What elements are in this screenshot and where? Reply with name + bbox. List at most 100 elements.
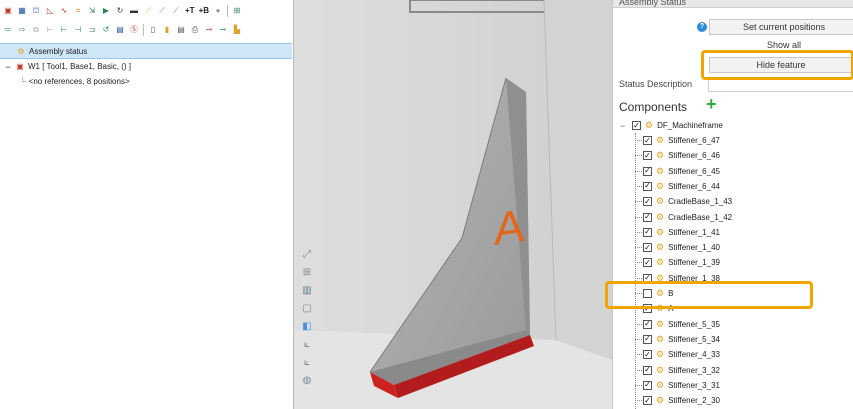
list-icon[interactable]: ≔: [2, 24, 14, 36]
component-checkbox[interactable]: ✓: [643, 334, 652, 344]
branch-icon[interactable]: ⊐: [86, 24, 98, 36]
print-icon[interactable]: ⎙: [189, 24, 201, 36]
doc-icon[interactable]: ▤: [175, 24, 187, 36]
cube-view-icon[interactable]: ◧: [296, 317, 318, 335]
s-icon[interactable]: Ⓢ: [128, 24, 140, 36]
help-icon[interactable]: ?: [697, 22, 707, 32]
hide-feature-button[interactable]: Hide feature: [709, 57, 853, 73]
path-icon[interactable]: ⟋: [142, 5, 154, 17]
component-checkbox[interactable]: ✓: [643, 380, 652, 390]
grid-icon[interactable]: ▦: [16, 5, 28, 17]
show-all-button[interactable]: Show all: [709, 40, 853, 52]
component-item[interactable]: ✓ ⚙ Stiffener_2_30: [643, 393, 720, 408]
export-icon[interactable]: ⊞: [231, 5, 243, 17]
component-item[interactable]: ✓ ⚙ Stiffener_6_47: [643, 133, 720, 148]
component-item[interactable]: ⚙ B: [643, 286, 673, 301]
section-icon[interactable]: ▥: [296, 281, 318, 299]
tree-line: [635, 277, 642, 279]
minus-icon[interactable]: ⊸: [203, 24, 215, 36]
path-icon[interactable]: ⟋: [170, 5, 182, 17]
component-item[interactable]: ✓ ⚙ Stiffener_3_32: [643, 363, 720, 378]
component-item[interactable]: ✓ ⚙ Stiffener_6_46: [643, 148, 720, 163]
collapse-icon[interactable]: −: [4, 62, 12, 72]
add-bottom-button[interactable]: +B: [198, 5, 210, 17]
component-checkbox[interactable]: ✓: [643, 212, 652, 222]
add-component-icon[interactable]: +: [706, 95, 717, 113]
component-icon: ⚙: [656, 349, 665, 360]
component-item[interactable]: ✓ ⚙ Stiffener_1_41: [643, 225, 720, 240]
tree-line: [635, 293, 642, 294]
model-icon[interactable]: ▣: [2, 5, 14, 17]
component-item[interactable]: ✓ ⚙ Stiffener_5_35: [643, 317, 720, 332]
component-icon: ⚙: [656, 303, 665, 314]
tree-item-assembly-status[interactable]: ⚙ Assembly status: [0, 43, 292, 59]
component-checkbox[interactable]: [643, 289, 652, 298]
collapse-icon[interactable]: −: [620, 121, 628, 131]
note-icon[interactable]: ▮: [161, 24, 173, 36]
component-item[interactable]: ✓ ⚙ A: [643, 301, 673, 316]
wave-icon[interactable]: ⊸: [217, 24, 229, 36]
branch-icon[interactable]: ⊣: [72, 24, 84, 36]
points-icon[interactable]: ⌗: [72, 5, 84, 17]
component-item[interactable]: ✓ ⚙ Stiffener_3_31: [643, 378, 720, 393]
component-item[interactable]: ✓ ⚙ Stiffener_4_33: [643, 347, 720, 362]
set-current-positions-button[interactable]: Set current positions: [709, 19, 853, 35]
component-checkbox[interactable]: ✓: [643, 273, 652, 283]
component-checkbox[interactable]: ✓: [643, 227, 652, 237]
root-checkbox[interactable]: ✓: [632, 121, 641, 130]
transform-icon[interactable]: ⇲: [86, 5, 98, 17]
component-checkbox[interactable]: ✓: [643, 166, 652, 176]
curve-icon[interactable]: ∿: [58, 5, 70, 17]
fixture-icon[interactable]: ⛫: [30, 5, 42, 17]
tree-item-root[interactable]: − ✓ ⚙ DF_Machineframe: [613, 118, 723, 133]
view-toolbar: ⤢ ⊞ ▥ ▢ ◧ ⟀ ⟀ ◍: [296, 245, 322, 409]
arrow-icon[interactable]: ⇨: [16, 24, 28, 36]
component-item[interactable]: ✓ ⚙ Stiffener_1_38: [643, 271, 720, 286]
status-description-input[interactable]: [708, 78, 853, 92]
3d-viewport[interactable]: A ⤢ ⊞ ▥ ▢ ◧ ⟀ ⟀ ◍: [294, 0, 612, 409]
folder-icon[interactable]: ▬: [128, 5, 140, 17]
frame-icon[interactable]: ▢: [296, 299, 318, 317]
root-label: DF_Machineframe: [657, 121, 723, 130]
component-checkbox[interactable]: ✓: [643, 151, 652, 161]
chart-icon[interactable]: ▙: [231, 24, 243, 36]
component-item[interactable]: ✓ ⚙ Stiffener_5_34: [643, 332, 720, 347]
component-item[interactable]: ✓ ⚙ Stiffener_6_44: [643, 179, 720, 194]
path-icon[interactable]: ⟋: [156, 5, 168, 17]
save-icon[interactable]: ▤: [114, 24, 126, 36]
component-item[interactable]: ✓ ⚙ CradleBase_1_42: [643, 210, 732, 225]
component-checkbox[interactable]: ✓: [643, 243, 652, 253]
render-icon[interactable]: ◍: [296, 371, 318, 389]
component-checkbox[interactable]: ✓: [643, 304, 652, 314]
component-item[interactable]: ✓ ⚙ Stiffener_1_40: [643, 240, 720, 255]
axes-icon[interactable]: ⟀: [296, 353, 318, 371]
component-checkbox[interactable]: ✓: [643, 365, 652, 375]
component-checkbox[interactable]: ✓: [643, 350, 652, 360]
status-description-label: Status Description: [619, 79, 693, 89]
component-item[interactable]: ✓ ⚙ Stiffener_6_45: [643, 164, 720, 179]
refresh-icon[interactable]: ↻: [114, 5, 126, 17]
branch-icon[interactable]: ⊢: [44, 24, 56, 36]
tree-item-references[interactable]: └ <no references, 8 positions>: [0, 74, 292, 89]
angle-icon[interactable]: ◺: [44, 5, 56, 17]
dot-icon[interactable]: ●: [212, 5, 224, 17]
tree-item-w1[interactable]: − ▣ W1 [ Tool1, Base1, Basic, () ]: [0, 59, 292, 74]
component-checkbox[interactable]: ✓: [643, 197, 652, 207]
copy-icon[interactable]: ⧉: [30, 24, 42, 36]
clipboard-icon[interactable]: ▯: [147, 24, 159, 36]
component-checkbox[interactable]: ✓: [643, 258, 652, 268]
component-icon: ⚙: [656, 395, 665, 406]
axes-icon[interactable]: ⟀: [296, 335, 318, 353]
component-checkbox[interactable]: ✓: [643, 319, 652, 329]
component-checkbox[interactable]: ✓: [643, 136, 652, 145]
add-top-button[interactable]: +T: [184, 5, 196, 17]
fit-view-icon[interactable]: ⤢: [296, 245, 318, 263]
component-item[interactable]: ✓ ⚙ CradleBase_1_43: [643, 194, 732, 209]
component-checkbox[interactable]: ✓: [643, 396, 652, 406]
branch-icon[interactable]: ⊢: [58, 24, 70, 36]
zoom-icon[interactable]: ⊞: [296, 263, 318, 281]
component-item[interactable]: ✓ ⚙ Stiffener_1_39: [643, 255, 720, 270]
component-checkbox[interactable]: ✓: [643, 181, 652, 191]
cycle-icon[interactable]: ↺: [100, 24, 112, 36]
play-icon[interactable]: ▶: [100, 5, 112, 17]
